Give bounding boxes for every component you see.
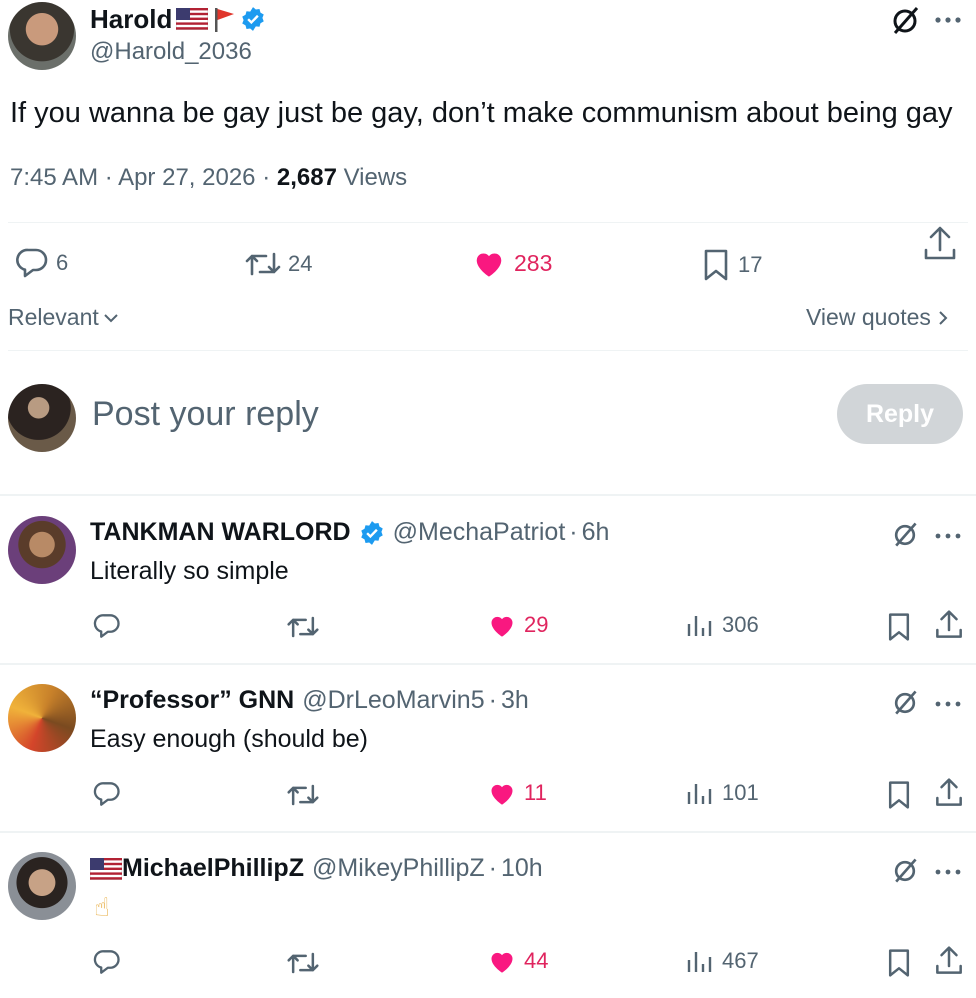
reply-header: “Professor” GNN @DrLeoMarvin5 · 3h	[90, 686, 529, 715]
more-options-icon[interactable]	[934, 700, 962, 708]
reply-views-action[interactable]: 306	[686, 612, 759, 638]
post-meta: 7:45 AM · Apr 27, 2026 · 2,687 Views	[10, 164, 408, 191]
reply-like-action[interactable]: 29	[488, 612, 548, 638]
post-time[interactable]: 7:45 AM	[10, 164, 98, 191]
view-quotes-label: View quotes	[806, 304, 931, 330]
repost-count: 24	[288, 251, 313, 276]
grok-icon[interactable]	[890, 688, 920, 718]
grok-icon[interactable]	[890, 520, 920, 550]
reply-text: ☝	[94, 892, 110, 922]
views-label: Views	[343, 164, 408, 191]
verified-badge-icon	[240, 6, 266, 32]
reply-input[interactable]: Post your reply	[92, 392, 792, 436]
divider	[0, 831, 976, 833]
reply-avatar[interactable]	[8, 852, 76, 920]
heart-filled-icon	[488, 780, 516, 806]
reply-header: TANKMAN WARLORD @MechaPatriot · 6h	[90, 518, 610, 547]
reply-views-count: 306	[722, 612, 759, 637]
analytics-icon	[686, 780, 712, 806]
more-options-icon[interactable]	[934, 868, 962, 876]
reply-text: Literally so simple	[90, 557, 289, 585]
author-name[interactable]: Harold	[90, 4, 172, 35]
verified-badge-icon	[359, 520, 385, 546]
us-flag-icon	[90, 857, 122, 880]
view-quotes-link[interactable]: View quotes	[806, 304, 949, 331]
reply-avatar[interactable]	[8, 516, 76, 584]
more-options-icon[interactable]	[934, 16, 964, 24]
author-handle[interactable]: @Harold_2036	[90, 38, 252, 66]
repost-icon[interactable]	[286, 614, 320, 640]
analytics-icon	[686, 612, 712, 638]
reply-action[interactable]: 6	[14, 246, 68, 280]
reply-author-handle[interactable]: @DrLeoMarvin5	[302, 686, 484, 715]
like-action[interactable]: 283	[472, 248, 552, 278]
repost-icon[interactable]	[286, 782, 320, 808]
bookmark-icon[interactable]	[886, 948, 912, 978]
analytics-icon	[686, 948, 712, 974]
divider	[8, 350, 968, 351]
my-avatar[interactable]	[8, 384, 76, 452]
reply-author-name[interactable]: MichaelPhillipZ	[122, 854, 304, 883]
reply-avatar[interactable]	[8, 684, 76, 752]
reply-author-handle[interactable]: @MikeyPhillipZ	[312, 854, 485, 883]
reply-like-action[interactable]: 11	[488, 780, 547, 806]
more-options-icon[interactable]	[934, 532, 962, 540]
reply-time[interactable]: 3h	[501, 686, 529, 715]
reply-icon	[14, 246, 50, 280]
reply-like-count: 44	[524, 948, 549, 973]
bookmark-action[interactable]: 17	[702, 248, 762, 282]
reply-views-count: 467	[722, 948, 759, 973]
post-date[interactable]: Apr 27, 2026	[118, 164, 255, 191]
us-flag-icon	[176, 8, 209, 30]
chevron-right-icon	[937, 309, 949, 327]
sort-replies-dropdown[interactable]: Relevant	[8, 304, 119, 331]
repost-icon	[244, 250, 282, 278]
bookmark-icon	[702, 248, 730, 282]
reply-views-action[interactable]: 467	[686, 948, 759, 974]
reply-like-count: 11	[524, 780, 547, 805]
reply-icon[interactable]	[92, 612, 122, 640]
divider	[8, 222, 968, 223]
bookmark-count: 17	[738, 252, 763, 277]
reply-views-action[interactable]: 101	[686, 780, 759, 806]
share-icon[interactable]	[934, 776, 964, 810]
sort-label: Relevant	[8, 304, 99, 330]
reply-icon[interactable]	[92, 948, 122, 976]
reply-time[interactable]: 10h	[501, 854, 543, 883]
reply-button[interactable]: Reply	[837, 384, 963, 444]
repost-icon[interactable]	[286, 950, 320, 976]
grok-icon[interactable]	[890, 856, 920, 886]
reply-author-name[interactable]: TANKMAN WARLORD	[90, 518, 351, 547]
post-text: If you wanna be gay just be gay, don’t m…	[10, 97, 953, 129]
reply-author-handle[interactable]: @MechaPatriot	[393, 518, 566, 547]
reply-icon[interactable]	[92, 780, 122, 808]
share-icon[interactable]	[934, 608, 964, 642]
grok-icon[interactable]	[888, 4, 922, 38]
chevron-down-icon	[103, 312, 119, 324]
reply-author-name[interactable]: “Professor” GNN	[90, 686, 294, 715]
red-flag-icon	[212, 6, 236, 32]
reply-time[interactable]: 6h	[582, 518, 610, 547]
reply-views-count: 101	[722, 780, 759, 805]
share-icon[interactable]	[934, 944, 964, 978]
repost-action[interactable]: 24	[244, 250, 312, 278]
heart-filled-icon	[488, 612, 516, 638]
reply-like-action[interactable]: 44	[488, 948, 548, 974]
divider	[0, 663, 976, 665]
reply-count: 6	[56, 250, 69, 275]
bookmark-icon[interactable]	[886, 780, 912, 810]
reply-header: MichaelPhillipZ @MikeyPhillipZ · 10h	[90, 854, 543, 883]
views-count: 2,687	[276, 164, 337, 191]
bookmark-icon[interactable]	[886, 612, 912, 642]
author-avatar[interactable]	[8, 2, 76, 70]
reply-text: Easy enough (should be)	[90, 725, 368, 753]
reply-like-count: 29	[524, 612, 549, 637]
share-icon[interactable]	[922, 224, 958, 264]
divider	[0, 494, 976, 496]
like-count: 283	[514, 249, 553, 276]
heart-filled-icon	[488, 948, 516, 974]
heart-filled-icon	[472, 248, 506, 278]
